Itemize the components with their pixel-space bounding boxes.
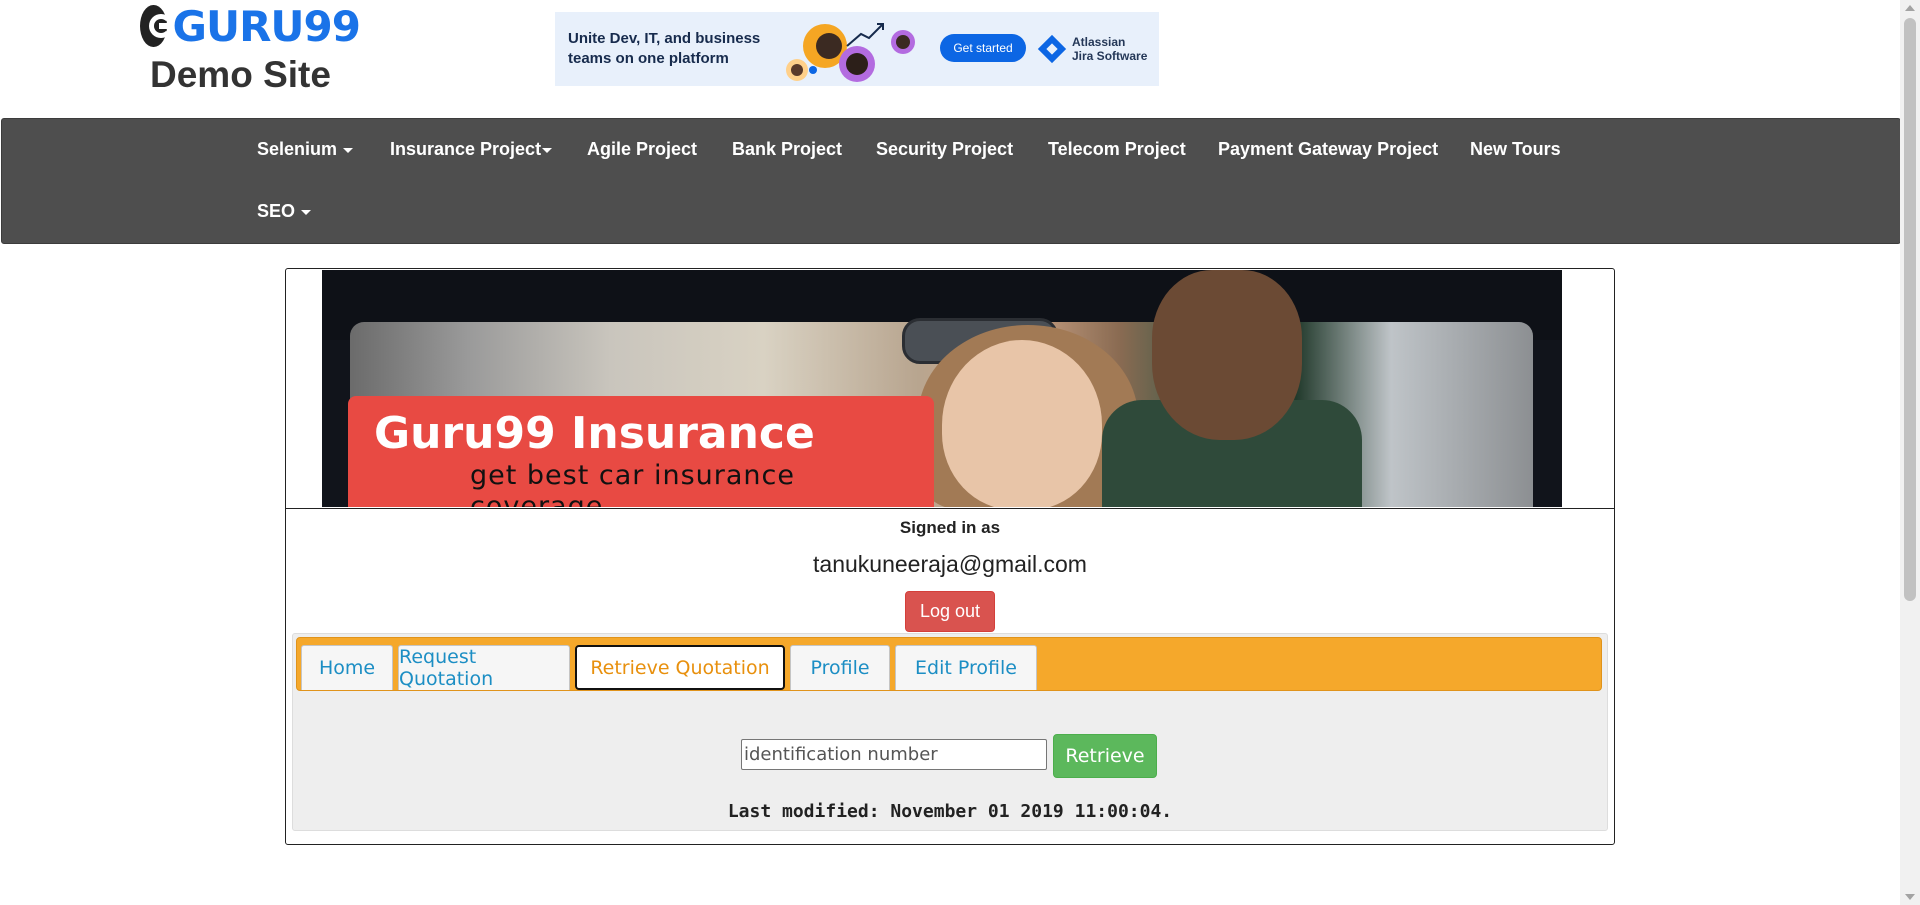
page-scrollbar[interactable]: [1900, 0, 1920, 905]
nav-item-payment-gateway-project[interactable]: Payment Gateway Project: [1218, 124, 1438, 174]
tab-edit-profile[interactable]: Edit Profile: [895, 645, 1037, 690]
banner-label: Guru99 Insurance get best car insurance …: [348, 396, 934, 507]
logout-button[interactable]: Log out: [905, 591, 995, 632]
nav-item-agile-project[interactable]: Agile Project: [587, 124, 697, 174]
tab-request-quotation[interactable]: Request Quotation: [398, 645, 570, 690]
last-modified-text: Last modified: November 01 2019 11:00:04…: [727, 801, 1173, 822]
ad-brand-line2: Jira Software: [1072, 49, 1148, 63]
nav-item-selenium[interactable]: Selenium: [257, 124, 354, 174]
tab-container: Home Request Quotation Retrieve Quotatio…: [292, 633, 1608, 831]
nav-item-telecom-project[interactable]: Telecom Project: [1048, 124, 1186, 174]
logo-text: GURU99: [172, 1, 361, 51]
advertisement-banner[interactable]: Unite Dev, IT, and business teams on one…: [555, 12, 1159, 86]
caret-down-icon: [301, 209, 312, 215]
tab-home[interactable]: Home: [301, 645, 393, 690]
nav-item-seo[interactable]: SEO: [257, 186, 312, 236]
identification-number-input[interactable]: [741, 739, 1047, 770]
guru99-logo-icon: [140, 5, 173, 47]
jira-logo-icon: [1037, 34, 1067, 64]
ad-brand-line1: Atlassian: [1072, 35, 1126, 49]
banner-title: Guru99 Insurance: [374, 408, 815, 459]
ad-people-illustration-icon: [786, 23, 915, 82]
scroll-up-arrow-icon[interactable]: [1905, 5, 1915, 11]
ad-headline: Unite Dev, IT, and business teams on one…: [568, 30, 761, 67]
banner-subtitle: get best car insurance coverage: [470, 460, 795, 507]
tab-bar: Home Request Quotation Retrieve Quotatio…: [296, 637, 1602, 691]
caret-down-icon: [542, 147, 553, 153]
tab-profile[interactable]: Profile: [790, 645, 890, 690]
retrieve-button[interactable]: Retrieve: [1053, 734, 1157, 778]
scrollbar-thumb[interactable]: [1904, 18, 1916, 601]
nav-item-bank-project[interactable]: Bank Project: [732, 124, 842, 174]
ad-brand: Atlassian Jira Software: [1036, 32, 1156, 66]
scroll-down-arrow-icon[interactable]: [1905, 894, 1915, 900]
insurance-panel: Guru99 Insurance get best car insurance …: [285, 268, 1615, 845]
site-title: Demo Site: [150, 54, 331, 95]
signed-in-label: Signed in as: [899, 518, 1001, 537]
tab-retrieve-quotation[interactable]: Retrieve Quotation: [575, 645, 785, 690]
nav-item-new-tours[interactable]: New Tours: [1470, 124, 1561, 174]
ad-get-started-button[interactable]: Get started: [940, 34, 1026, 62]
site-logo[interactable]: GURU99 Demo Site: [140, 1, 361, 98]
nav-item-security-project[interactable]: Security Project: [876, 124, 1013, 174]
insurance-banner-image: Guru99 Insurance get best car insurance …: [322, 270, 1562, 507]
caret-down-icon: [343, 147, 354, 153]
nav-item-insurance-project[interactable]: Insurance Project: [390, 124, 553, 174]
main-navbar: Selenium Insurance Project Agile Project…: [1, 118, 1901, 244]
user-email: tanukuneeraja@gmail.com: [813, 551, 1087, 577]
